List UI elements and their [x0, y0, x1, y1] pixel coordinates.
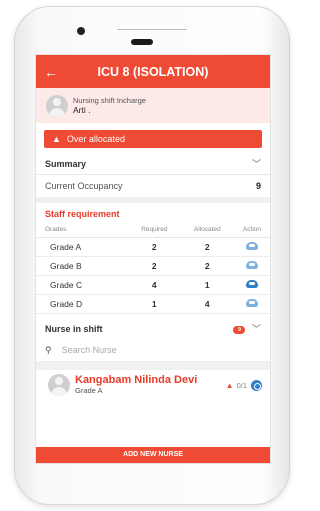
occupancy-value: 9: [255, 181, 261, 191]
section-divider: [36, 361, 270, 370]
allocated-cell: 4: [180, 294, 234, 314]
nurse-cap-icon[interactable]: [245, 260, 258, 269]
occupancy-label: Current Occupancy: [45, 181, 123, 191]
required-cell: 2: [127, 256, 181, 276]
required-cell: 2: [127, 237, 181, 257]
nurse-cap-icon[interactable]: [245, 279, 258, 288]
warning-icon: ▲: [225, 380, 234, 390]
nurse-shift-count: 0/1: [236, 380, 247, 390]
nurse-grade: Grade A: [75, 386, 103, 395]
nurse-in-shift-header[interactable]: Nurse in shift 9 ﹀: [36, 318, 270, 340]
table-row: Grade A 2 2: [36, 237, 270, 257]
chevron-down-icon[interactable]: ﹀: [252, 324, 261, 334]
grade-cell: Grade C: [36, 275, 128, 295]
incharge-label: Nursing shift Incharge: [73, 96, 146, 105]
speaker-line: [117, 29, 187, 30]
summary-header[interactable]: Summary ﹀: [36, 153, 270, 175]
incharge-name: Arti .: [73, 105, 91, 115]
required-cell: 1: [127, 294, 181, 314]
nurse-name[interactable]: Kangabam Nilinda Devi: [75, 374, 197, 386]
add-new-nurse-button[interactable]: ADD NEW NURSE: [36, 447, 270, 463]
top-app-bar: ← ICU 8 (ISOLATION): [36, 55, 270, 88]
speaker-grille: [131, 39, 153, 45]
current-occupancy-row: Current Occupancy 9: [36, 175, 270, 197]
nurse-in-shift-label: Nurse in shift: [45, 323, 103, 334]
table-row: Grade B 2 2: [36, 256, 270, 276]
grade-cell: Grade B: [36, 256, 128, 276]
nurse-list-item[interactable]: Kangabam Nilinda Devi Grade A ▲ 0/1: [36, 370, 270, 400]
column-header-allocated: Allocated: [180, 223, 234, 238]
page-title: ICU 8 (ISOLATION): [97, 64, 209, 79]
column-header-grades: Grades: [36, 223, 128, 238]
required-cell: 4: [127, 275, 181, 295]
shift-incharge-bar: Nursing shift Incharge Arti .: [36, 88, 270, 123]
staff-requirement-table: Grades Required Allocated Action Grade A…: [36, 223, 270, 314]
camera-icon: [77, 27, 85, 35]
assign-nurse-icon[interactable]: [251, 379, 262, 391]
allocated-cell: 1: [180, 275, 234, 295]
table-row: Grade C 4 1: [36, 275, 270, 295]
avatar-icon: [46, 94, 68, 117]
nurse-cap-icon[interactable]: [245, 241, 258, 250]
allocated-cell: 2: [180, 256, 234, 276]
search-nurse-input[interactable]: Search Nurse: [62, 345, 117, 355]
table-row: Grade D 1 4: [36, 294, 270, 314]
avatar-icon: [48, 373, 70, 396]
search-icon: ⚲: [45, 344, 52, 355]
nurse-status: ▲ 0/1: [225, 379, 262, 391]
alert-text: Over allocated: [66, 134, 125, 144]
column-header-required: Required: [127, 223, 181, 238]
over-allocated-alert: ▲ Over allocated: [44, 130, 262, 148]
summary-label: Summary: [45, 158, 87, 169]
search-nurse-field[interactable]: ⚲ Search Nurse: [36, 340, 270, 362]
grade-cell: Grade D: [36, 294, 128, 314]
nurse-cap-icon[interactable]: [245, 298, 258, 307]
allocated-cell: 2: [180, 237, 234, 257]
column-header-action: Action: [233, 223, 270, 238]
app-screen: ← ICU 8 (ISOLATION) Nursing shift Inchar…: [35, 54, 271, 464]
staff-requirement-title: Staff requirement: [45, 209, 120, 219]
chevron-down-icon[interactable]: ﹀: [252, 157, 261, 170]
warning-icon: ▲: [52, 134, 61, 144]
nurse-count-badge: 9: [233, 325, 246, 334]
grade-cell: Grade A: [36, 237, 128, 257]
